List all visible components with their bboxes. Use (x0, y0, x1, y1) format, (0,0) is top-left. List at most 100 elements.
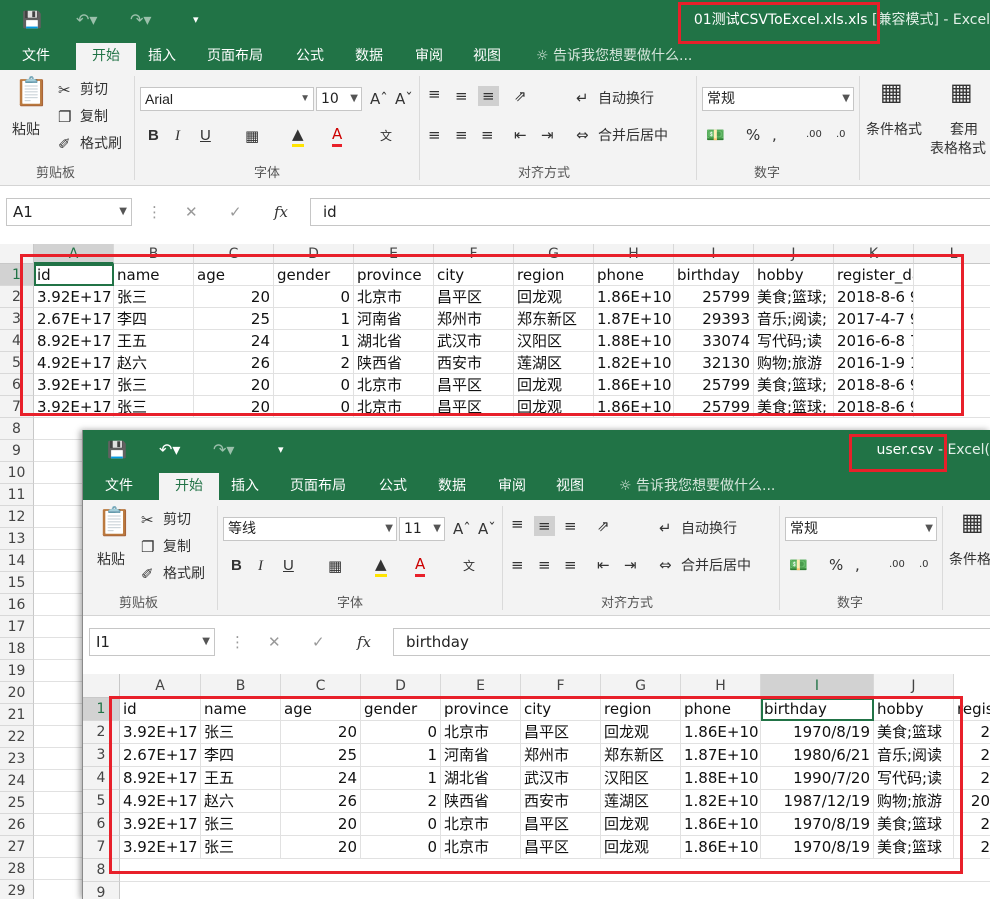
table-cell[interactable]: 回龙观 (514, 396, 594, 418)
italic-button[interactable]: I (258, 556, 263, 576)
table-cell[interactable]: 20 (281, 836, 361, 859)
tab-home[interactable]: 开始 (159, 473, 219, 500)
currency-icon[interactable]: 💵 (789, 555, 808, 575)
fill-color-icon[interactable]: ▲ (375, 554, 387, 577)
table-cell[interactable]: 张三 (201, 813, 281, 836)
table-cell[interactable]: 昌平区 (521, 721, 601, 744)
phonetic-icon[interactable]: 文 (380, 126, 392, 146)
row-header[interactable]: 8 (0, 418, 34, 440)
column-header[interactable]: G (601, 674, 681, 698)
header-cell[interactable]: age (281, 698, 361, 721)
table-cell[interactable]: 1.86E+10 (594, 286, 674, 308)
table-cell[interactable]: 25 (281, 744, 361, 767)
decrease-decimal-icon[interactable]: .0 (836, 125, 846, 145)
paste-icon[interactable]: 📋 (14, 78, 49, 106)
row-header[interactable]: 6 (83, 813, 120, 836)
table-cell[interactable]: 3.92E+17 (34, 396, 114, 418)
merge-center-button[interactable]: 合并后居中 (598, 126, 668, 146)
table-cell[interactable]: 2018-8-6 9:44 (834, 396, 914, 418)
align-middle-icon[interactable]: ≡ (534, 516, 555, 536)
table-cell[interactable]: 1.88E+10 (594, 330, 674, 352)
row-header[interactable]: 1 (0, 264, 34, 286)
header-cell[interactable]: province (441, 698, 521, 721)
column-header[interactable]: E (441, 674, 521, 698)
select-all-corner[interactable] (83, 674, 120, 698)
table-cell[interactable]: 0 (361, 721, 441, 744)
header-cell[interactable]: id (120, 698, 201, 721)
column-header[interactable]: L (914, 244, 990, 264)
header-cell[interactable]: name (114, 264, 194, 286)
customize-qat-icon[interactable]: ▾ (193, 8, 199, 32)
column-header[interactable]: G (514, 244, 594, 264)
row-header[interactable]: 5 (83, 790, 120, 813)
increase-decimal-icon[interactable]: .00 (806, 125, 822, 145)
increase-decimal-icon[interactable]: .00 (889, 555, 905, 575)
table-cell[interactable]: 购物;旅游 (754, 352, 834, 374)
table-cell[interactable]: 2 (274, 352, 354, 374)
table-cell[interactable]: 1 (274, 308, 354, 330)
row-header[interactable]: 2 (83, 721, 120, 744)
column-header[interactable]: H (594, 244, 674, 264)
customize-qat-icon[interactable]: ▾ (278, 438, 284, 462)
table-cell[interactable]: 20 (194, 396, 274, 418)
row-header[interactable]: 7 (83, 836, 120, 859)
table-cell[interactable]: 西安市 (434, 352, 514, 374)
table-cell[interactable]: 20 (194, 286, 274, 308)
table-cell[interactable]: 25799 (674, 286, 754, 308)
table-cell[interactable]: 昌平区 (434, 286, 514, 308)
header-cell[interactable]: birthday (761, 698, 874, 721)
align-left-icon[interactable]: ≡ (428, 125, 441, 145)
row-header[interactable]: 3 (83, 744, 120, 767)
table-cell[interactable]: 2 (954, 836, 990, 859)
font-name-select[interactable]: Arial ▼ (140, 87, 314, 111)
table-cell[interactable]: 美食;篮球 (874, 813, 954, 836)
tab-insert[interactable]: 插入 (140, 43, 184, 70)
row-header[interactable]: 19 (0, 660, 34, 682)
formula-input[interactable]: birthday (393, 628, 990, 656)
orientation-icon[interactable]: ⇗ (597, 516, 610, 536)
table-cell[interactable]: 昌平区 (434, 374, 514, 396)
increase-indent-icon[interactable]: ⇥ (624, 555, 637, 575)
row-header[interactable]: 17 (0, 616, 34, 638)
table-cell[interactable]: 赵六 (201, 790, 281, 813)
align-middle-icon[interactable]: ≡ (455, 86, 468, 106)
align-center-icon[interactable]: ≡ (455, 125, 468, 145)
tab-view[interactable]: 视图 (548, 473, 592, 500)
header-cell[interactable]: region (514, 264, 594, 286)
table-cell[interactable]: 汉阳区 (601, 767, 681, 790)
table-cell[interactable]: 20 (281, 721, 361, 744)
conditional-format-button[interactable]: 条件格 (949, 550, 990, 570)
row-header[interactable]: 20 (0, 682, 34, 704)
table-cell[interactable]: 1970/8/19 (761, 813, 874, 836)
table-cell[interactable]: 8.92E+17 (34, 330, 114, 352)
table-cell[interactable]: 回龙观 (601, 836, 681, 859)
table-cell[interactable]: 1.82E+10 (594, 352, 674, 374)
table-cell[interactable]: 张三 (114, 374, 194, 396)
wrap-text-button[interactable]: 自动换行 (681, 519, 737, 539)
table-cell[interactable]: 昌平区 (521, 836, 601, 859)
table-cell[interactable]: 0 (274, 396, 354, 418)
tab-file[interactable]: 文件 (97, 473, 141, 500)
table-cell[interactable]: 美食;篮球 (874, 836, 954, 859)
underline-button[interactable]: U (283, 556, 294, 576)
bold-button[interactable]: B (148, 126, 159, 146)
table-cell[interactable]: 北京市 (354, 396, 434, 418)
row-header[interactable]: 1 (83, 698, 120, 721)
tab-page-layout[interactable]: 页面布局 (282, 473, 354, 500)
table-cell[interactable]: 1.86E+10 (594, 374, 674, 396)
undo-icon[interactable]: ↶▾ (159, 438, 180, 462)
table-cell[interactable]: 汉阳区 (514, 330, 594, 352)
column-header[interactable]: A (120, 674, 201, 698)
decrease-indent-icon[interactable]: ⇤ (597, 555, 610, 575)
table-cell[interactable]: 美食;篮球 (874, 721, 954, 744)
row-header[interactable]: 29 (0, 880, 34, 899)
font-size-select[interactable]: 10 ▼ (316, 87, 362, 111)
row-header[interactable]: 25 (0, 792, 34, 814)
row-header[interactable]: 24 (0, 770, 34, 792)
table-cell[interactable]: 1.82E+10 (681, 790, 761, 813)
header-cell[interactable]: hobby (754, 264, 834, 286)
row-header[interactable]: 7 (0, 396, 34, 418)
column-header[interactable]: A (34, 244, 114, 264)
table-cell[interactable]: 1.86E+10 (681, 721, 761, 744)
header-cell[interactable]: age (194, 264, 274, 286)
